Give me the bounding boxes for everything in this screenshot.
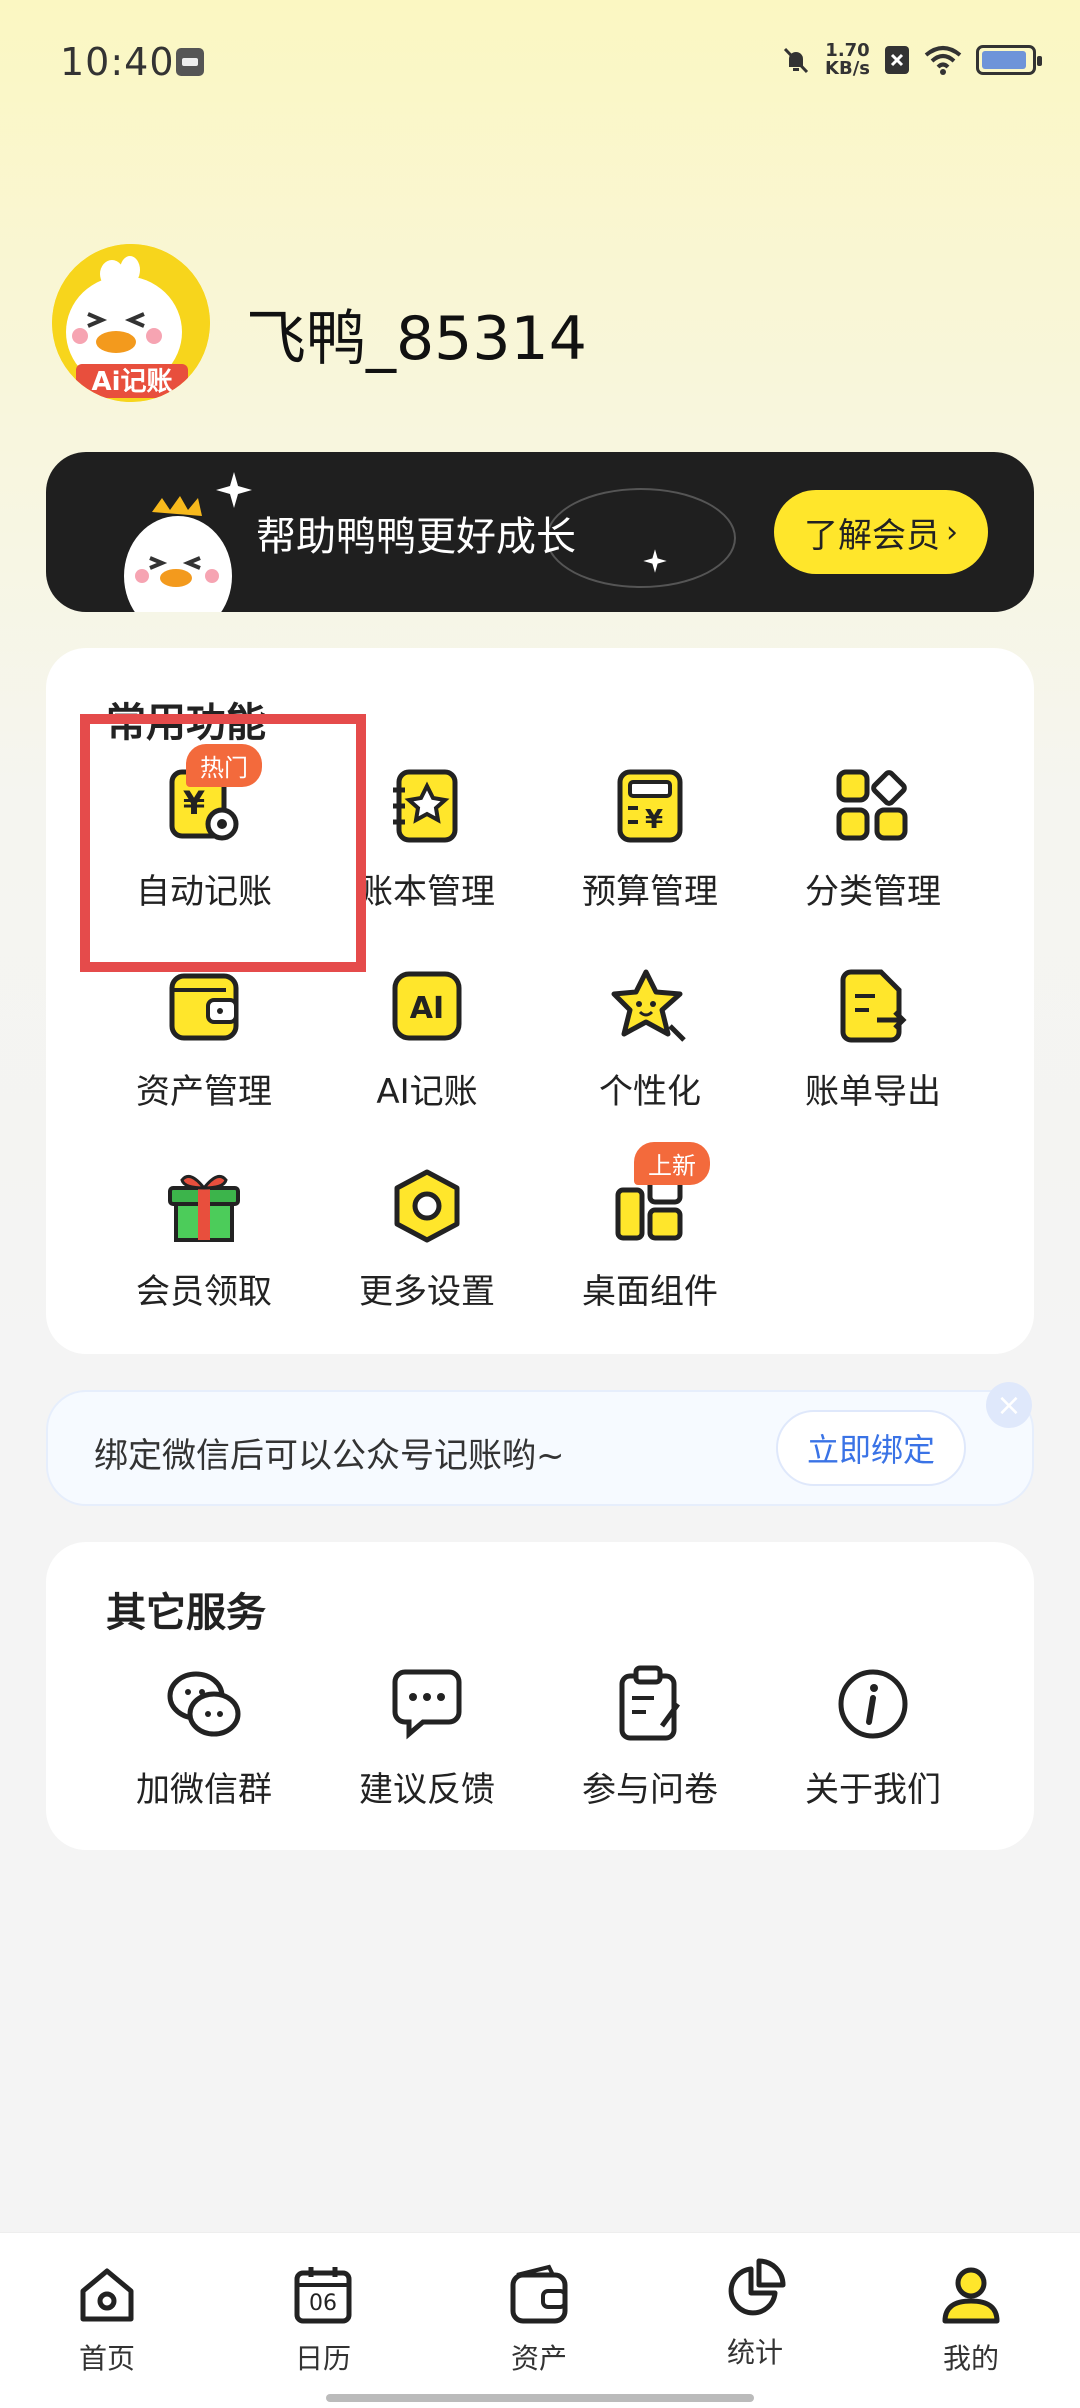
feature-label: 资产管理: [136, 1072, 272, 1112]
calendar-day: 06: [309, 2291, 337, 2316]
sparkle-icon: [216, 472, 252, 508]
learn-membership-label: 了解会员: [804, 515, 940, 556]
avatar-badge: Ai记账: [91, 367, 172, 397]
feature-desktop-widget[interactable]: 桌面组件: [550, 1166, 750, 1313]
tab-label: 日历: [294, 2342, 351, 2375]
net-speed: 1.70 KB/s: [825, 42, 870, 78]
chat-bubble-icon: [392, 1669, 462, 1740]
star-face-icon: [611, 969, 686, 1042]
feature-label: 分类管理: [805, 872, 941, 912]
wifi-icon: [924, 46, 962, 75]
gift-icon: [168, 1174, 240, 1242]
service-label: 参与问卷: [582, 1770, 718, 1810]
feature-ai-bookkeeping[interactable]: AI AI记账: [327, 966, 527, 1113]
ai-icon: AI: [392, 971, 462, 1041]
service-feedback[interactable]: 建议反馈: [327, 1664, 527, 1811]
svg-text:AI: AI: [410, 991, 444, 1026]
feature-export[interactable]: 账单导出: [773, 966, 973, 1113]
wechat-bind-message: 绑定微信后可以公众号记账哟~: [94, 1436, 565, 1476]
bind-now-button[interactable]: 立即绑定: [776, 1410, 966, 1486]
wallet-icon: [510, 2264, 568, 2324]
wechat-bind-bar: 绑定微信后可以公众号记账哟~ 立即绑定 ×: [46, 1382, 1034, 1506]
service-label: 关于我们: [805, 1770, 941, 1810]
service-wechat-group[interactable]: 加微信群: [104, 1664, 304, 1811]
other-services-title: 其它服务: [106, 1590, 266, 1636]
category-icon: [836, 769, 908, 841]
home-icon: [80, 2268, 134, 2322]
feature-label: 个性化: [599, 1072, 701, 1112]
status-bar: 10:40 1.70 KB/s: [0, 0, 1080, 120]
tab-statistics[interactable]: 统计: [680, 2257, 830, 2371]
feature-membership-gift[interactable]: 会员领取: [104, 1166, 304, 1313]
feature-label: 预算管理: [582, 872, 718, 912]
wallet-icon: [169, 973, 239, 1041]
net-speed-unit: KB/s: [825, 58, 870, 79]
feature-assets[interactable]: 资产管理: [104, 966, 304, 1113]
highlight-box: [80, 714, 366, 972]
svg-text:¥: ¥: [645, 805, 663, 835]
status-icons: 1.70 KB/s: [781, 42, 1042, 78]
tab-label: 资产: [510, 2342, 567, 2375]
budget-icon: ¥: [617, 769, 683, 843]
tab-home[interactable]: 首页: [32, 2263, 182, 2377]
chevron-right-icon: ›: [946, 514, 958, 550]
service-label: 建议反馈: [359, 1770, 495, 1810]
feature-personalize[interactable]: 个性化: [550, 966, 750, 1113]
avatar[interactable]: Ai记账: [52, 244, 210, 402]
no-sim-icon: [885, 46, 909, 74]
duck-mascot-icon: [124, 496, 232, 612]
tab-calendar[interactable]: 06 日历: [248, 2263, 398, 2377]
status-time: 10:40: [60, 40, 175, 84]
info-icon: [838, 1669, 908, 1739]
home-indicator[interactable]: [326, 2394, 754, 2402]
tab-assets[interactable]: 资产: [464, 2263, 614, 2377]
battery-icon: [976, 45, 1042, 75]
feature-category[interactable]: 分类管理: [773, 766, 973, 913]
sparkle-small-icon: [643, 549, 667, 573]
other-services-card: 其它服务 加微信群 建议反馈 参与问卷 关于我们: [46, 1542, 1034, 1850]
tab-label: 统计: [726, 2336, 783, 2369]
feature-label: 桌面组件: [582, 1272, 718, 1312]
tab-label: 我的: [942, 2342, 999, 2375]
service-survey[interactable]: 参与问卷: [550, 1664, 750, 1811]
feature-label: 更多设置: [359, 1272, 495, 1312]
duck-avatar-icon: Ai记账: [52, 244, 210, 402]
new-badge: 上新: [634, 1142, 710, 1185]
close-icon[interactable]: ×: [986, 1382, 1032, 1428]
bottom-tab-bar: 首页 06 日历 资产 统计 我的: [0, 2232, 1080, 2408]
mute-bell-icon: [783, 47, 809, 74]
sim-icon: [176, 48, 204, 76]
pie-chart-icon: [728, 2258, 786, 2316]
service-about-us[interactable]: 关于我们: [773, 1664, 973, 1811]
settings-hex-icon: [394, 1169, 460, 1243]
feature-more-settings[interactable]: 更多设置: [327, 1166, 527, 1313]
feature-label: 会员领取: [136, 1272, 272, 1312]
tab-label: 首页: [78, 2342, 135, 2375]
user-icon: [942, 2267, 1000, 2324]
tab-mine[interactable]: 我的: [896, 2263, 1046, 2377]
vip-banner-text: 帮助鸭鸭更好成长: [256, 514, 576, 560]
feature-label: 账单导出: [805, 1072, 941, 1112]
learn-membership-button[interactable]: 了解会员 ›: [774, 490, 988, 574]
feature-label: AI记账: [376, 1072, 478, 1112]
username[interactable]: 飞鸭_85314: [246, 290, 587, 377]
ledger-icon: [393, 769, 458, 843]
wechat-icon: [167, 1671, 241, 1737]
feature-budget[interactable]: ¥ 预算管理: [550, 766, 750, 913]
clipboard-icon: [619, 1665, 681, 1741]
service-label: 加微信群: [136, 1770, 272, 1810]
vip-banner[interactable]: 帮助鸭鸭更好成长 了解会员 ›: [46, 452, 1034, 612]
export-icon: [840, 969, 907, 1043]
